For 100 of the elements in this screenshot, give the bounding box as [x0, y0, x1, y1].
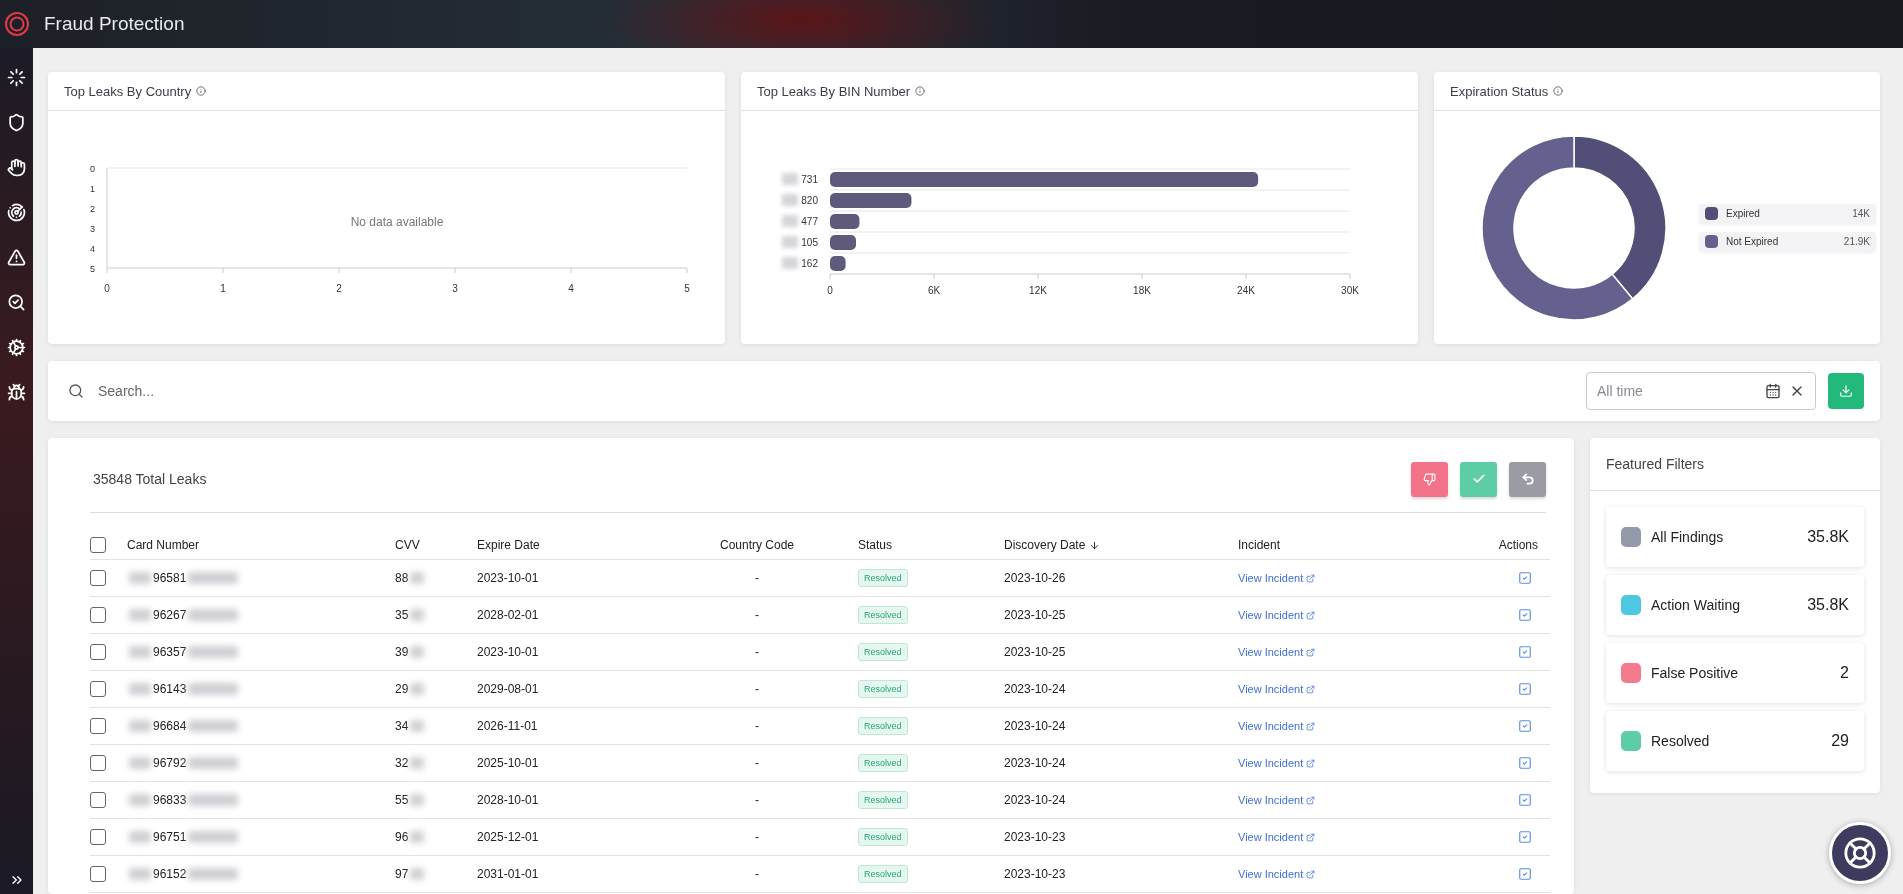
- action-icon[interactable]: [1518, 867, 1532, 881]
- row-checkbox[interactable]: [90, 570, 106, 586]
- radar-icon[interactable]: [5, 201, 28, 224]
- table-cell: -: [755, 645, 759, 659]
- bar: [829, 214, 859, 229]
- redaction-blur: [410, 868, 425, 880]
- info-icon[interactable]: [1553, 86, 1564, 96]
- redaction-blur: [188, 572, 239, 584]
- action-icon[interactable]: [1518, 756, 1532, 770]
- hand-icon[interactable]: [5, 156, 28, 179]
- redaction-blur: [129, 794, 151, 806]
- table-cell: 96267: [153, 608, 187, 622]
- axis-label: 0: [826, 285, 833, 296]
- empty-message: No data available: [350, 214, 443, 229]
- redaction-blur: [781, 257, 798, 269]
- status-badge: Resolved: [858, 828, 908, 846]
- row-checkbox[interactable]: [90, 718, 106, 734]
- external-link-icon: [1306, 795, 1316, 805]
- chart-title: Top Leaks By BIN Number: [757, 83, 911, 99]
- help-button[interactable]: [1829, 822, 1891, 884]
- table-cell: 2028-10-01: [477, 793, 539, 807]
- view-incident-link[interactable]: View Incident: [1238, 757, 1316, 769]
- undo-button[interactable]: [1509, 461, 1546, 497]
- search-icon: [68, 383, 84, 399]
- redaction-blur: [410, 831, 425, 843]
- status-badge: Resolved: [858, 606, 908, 624]
- redaction-blur: [410, 720, 425, 732]
- column-header: Discovery Date: [1004, 538, 1086, 552]
- table-cell: 2023-10-25: [1004, 645, 1066, 659]
- action-icon[interactable]: [1518, 608, 1532, 622]
- info-icon[interactable]: [915, 86, 926, 96]
- gears-icon[interactable]: [5, 336, 28, 359]
- view-incident-link[interactable]: View Incident: [1238, 794, 1316, 806]
- filter-item[interactable]: All Findings 35.8K: [1606, 507, 1864, 567]
- row-checkbox[interactable]: [90, 866, 106, 882]
- app-title: Fraud Protection: [44, 13, 185, 35]
- row-checkbox[interactable]: [90, 792, 106, 808]
- view-incident-link[interactable]: View Incident: [1238, 646, 1316, 658]
- row-checkbox[interactable]: [90, 644, 106, 660]
- filter-item[interactable]: Action Waiting 35.8K: [1606, 575, 1864, 635]
- table-cell: 2029-08-01: [477, 682, 539, 696]
- table-cell: 2023-10-23: [1004, 830, 1066, 844]
- row-checkbox[interactable]: [90, 681, 106, 697]
- redaction-blur: [188, 794, 239, 806]
- view-incident-link[interactable]: View Incident: [1238, 831, 1316, 843]
- action-icon[interactable]: [1518, 645, 1532, 659]
- table-cell: 2023-10-24: [1004, 719, 1066, 733]
- status-badge: Resolved: [858, 680, 908, 698]
- filter-item[interactable]: Resolved 29: [1606, 711, 1864, 771]
- column-header: Country Code: [719, 538, 794, 552]
- sort-icon[interactable]: [1089, 539, 1101, 551]
- table-cell: 97: [395, 867, 409, 881]
- view-incident-link[interactable]: View Incident: [1238, 572, 1316, 584]
- row-checkbox[interactable]: [90, 607, 106, 623]
- action-icon[interactable]: [1518, 793, 1532, 807]
- view-incident-link[interactable]: View Incident: [1238, 720, 1316, 732]
- select-all-checkbox[interactable]: [90, 537, 106, 553]
- redaction-blur: [188, 646, 239, 658]
- external-link-icon: [1306, 721, 1316, 731]
- status-badge: Resolved: [858, 643, 908, 661]
- table-cell: 2023-10-26: [1004, 571, 1066, 585]
- row-checkbox[interactable]: [90, 829, 106, 845]
- calendar-icon[interactable]: [1765, 383, 1781, 399]
- loader-icon[interactable]: [5, 66, 28, 89]
- row-checkbox[interactable]: [90, 755, 106, 771]
- action-icon[interactable]: [1518, 830, 1532, 844]
- axis-label: 4: [89, 243, 95, 254]
- redaction-blur: [410, 683, 425, 695]
- axis-label: 477: [800, 216, 818, 227]
- date-field[interactable]: All time: [1586, 372, 1816, 410]
- table-cell: 2028-02-01: [477, 608, 539, 622]
- redaction-blur: [129, 757, 151, 769]
- info-icon[interactable]: [196, 86, 207, 96]
- total-count: 35848 Total Leaks: [92, 471, 208, 487]
- view-incident-link[interactable]: View Incident: [1238, 868, 1316, 880]
- redaction-blur: [188, 609, 239, 621]
- table-cell: 96: [395, 830, 409, 844]
- external-link-icon: [1306, 610, 1316, 620]
- axis-label: 24K: [1236, 285, 1255, 296]
- action-icon[interactable]: [1518, 719, 1532, 733]
- thumbs-down-icon: [1423, 472, 1436, 486]
- false-positive-button[interactable]: [1411, 461, 1448, 497]
- column-header: Actions: [1498, 538, 1538, 552]
- filter-item[interactable]: False Positive 2: [1606, 643, 1864, 703]
- redaction-blur: [410, 572, 425, 584]
- axis-label: 1: [219, 282, 226, 294]
- table-cell: 96581: [153, 571, 187, 585]
- axis-label: 0: [103, 282, 110, 294]
- view-incident-link[interactable]: View Incident: [1238, 609, 1316, 621]
- table-cell: 96792: [153, 756, 187, 770]
- view-incident-link[interactable]: View Incident: [1238, 683, 1316, 695]
- status-badge: Resolved: [858, 754, 908, 772]
- table-cell: -: [755, 830, 759, 844]
- table-cell: 35: [395, 608, 409, 622]
- action-icon[interactable]: [1518, 682, 1532, 696]
- table-cell: 2023-10-01: [477, 571, 539, 585]
- action-icon[interactable]: [1518, 571, 1532, 585]
- status-badge: Resolved: [858, 569, 908, 587]
- axis-label: 105: [800, 237, 818, 248]
- axis-label: 5: [89, 263, 95, 274]
